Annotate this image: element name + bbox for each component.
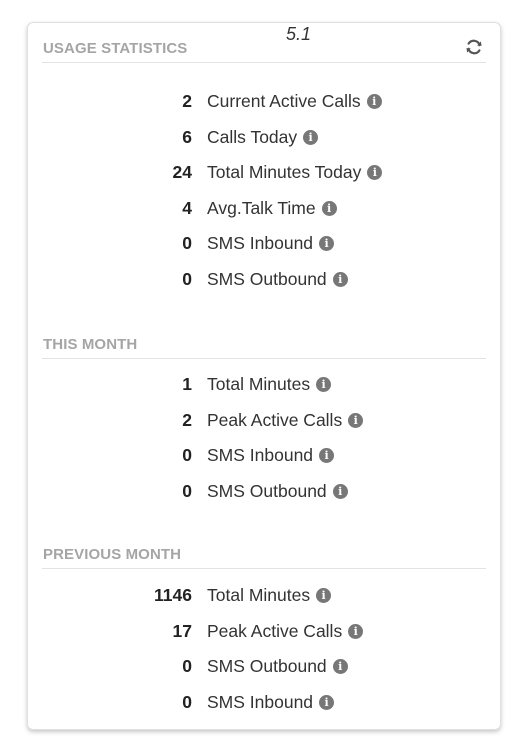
stat-row-sms-outbound: 0 SMS Outbound i	[42, 262, 486, 298]
stat-row-peak-active-calls: 2 Peak Active Calls i	[42, 403, 486, 439]
this-month-list: 1 Total Minutes i 2 Peak Active Calls i …	[42, 367, 486, 509]
stat-label: Total Minutes	[207, 374, 311, 395]
stat-row-sms-inbound: 0 SMS Inbound i	[42, 685, 486, 721]
stat-value: 4	[182, 197, 192, 218]
stat-label: SMS Outbound	[207, 656, 327, 677]
stat-row-total-minutes-today: 24 Total Minutes Today i	[42, 155, 486, 191]
stat-row-total-minutes: 1 Total Minutes i	[42, 367, 486, 403]
stat-label: SMS Inbound	[207, 233, 314, 254]
this-month-title: THIS MONTH	[43, 336, 138, 353]
stat-row-calls-today: 6 Calls Today i	[42, 120, 486, 156]
stat-row-avg-talk-time: 4 Avg.Talk Time i	[42, 191, 486, 227]
stat-label: SMS Inbound	[207, 445, 314, 466]
info-icon[interactable]: i	[367, 165, 383, 181]
stat-row-peak-active-calls: 17 Peak Active Calls i	[42, 614, 486, 650]
stat-value: 2	[182, 409, 192, 430]
stat-label: SMS Inbound	[207, 691, 314, 712]
previous-month-list: 1146 Total Minutes i 17 Peak Active Call…	[42, 578, 486, 720]
stat-label: SMS Outbound	[207, 480, 327, 501]
stat-value: 24	[172, 162, 192, 183]
stat-value: 0	[182, 656, 192, 677]
stat-value: 6	[182, 126, 192, 147]
version-label: 5.1	[286, 24, 312, 44]
stat-label: Total Minutes Today	[207, 162, 362, 183]
info-icon[interactable]: i	[316, 588, 332, 604]
stat-label: Avg.Talk Time	[207, 197, 316, 218]
info-icon[interactable]: i	[303, 129, 319, 145]
stat-label: Current Active Calls	[207, 91, 361, 112]
usage-statistics-title: USAGE STATISTICS	[43, 40, 188, 57]
stat-value: 2	[182, 91, 192, 112]
info-icon[interactable]: i	[332, 659, 348, 675]
stat-label: Calls Today	[207, 126, 298, 147]
stat-value: 0	[182, 691, 192, 712]
stat-value: 0	[182, 445, 192, 466]
stat-value: 1146	[154, 585, 192, 606]
info-icon[interactable]: i	[319, 448, 335, 464]
stat-label: SMS Outbound	[207, 268, 327, 289]
info-icon[interactable]: i	[316, 377, 332, 393]
stat-label: Total Minutes	[207, 585, 311, 606]
stat-value: 1	[182, 374, 192, 395]
stat-row-sms-inbound: 0 SMS Inbound i	[42, 226, 486, 262]
info-icon[interactable]: i	[332, 271, 348, 287]
usage-statistics-header: USAGE STATISTICS	[42, 31, 486, 63]
stat-value: 0	[182, 233, 192, 254]
stat-row-total-minutes: 1146 Total Minutes i	[42, 578, 486, 614]
stat-value: 0	[182, 480, 192, 501]
info-icon[interactable]: i	[319, 694, 335, 710]
info-icon[interactable]: i	[319, 236, 335, 252]
info-icon[interactable]: i	[348, 623, 364, 639]
previous-month-title: PREVIOUS MONTH	[43, 546, 182, 563]
stat-row-sms-outbound: 0 SMS Outbound i	[42, 474, 486, 510]
info-icon[interactable]: i	[366, 94, 382, 110]
previous-month-header: PREVIOUS MONTH	[42, 537, 486, 569]
info-icon[interactable]: i	[321, 200, 337, 216]
stat-row-sms-inbound: 0 SMS Inbound i	[42, 438, 486, 474]
usage-statistics-panel: USAGE STATISTICS 2 Current Active Calls …	[27, 22, 501, 730]
stat-row-current-active-calls: 2 Current Active Calls i	[42, 84, 486, 120]
stat-row-sms-outbound: 0 SMS Outbound i	[42, 649, 486, 685]
info-icon[interactable]: i	[348, 412, 364, 428]
usage-statistics-list: 2 Current Active Calls i 6 Calls Today i…	[42, 84, 486, 297]
stat-value: 0	[182, 268, 192, 289]
info-icon[interactable]: i	[332, 483, 348, 499]
stat-label: Peak Active Calls	[207, 620, 343, 641]
stat-value: 17	[172, 620, 192, 641]
refresh-icon[interactable]	[464, 37, 484, 57]
this-month-header: THIS MONTH	[42, 327, 486, 359]
stat-label: Peak Active Calls	[207, 409, 343, 430]
